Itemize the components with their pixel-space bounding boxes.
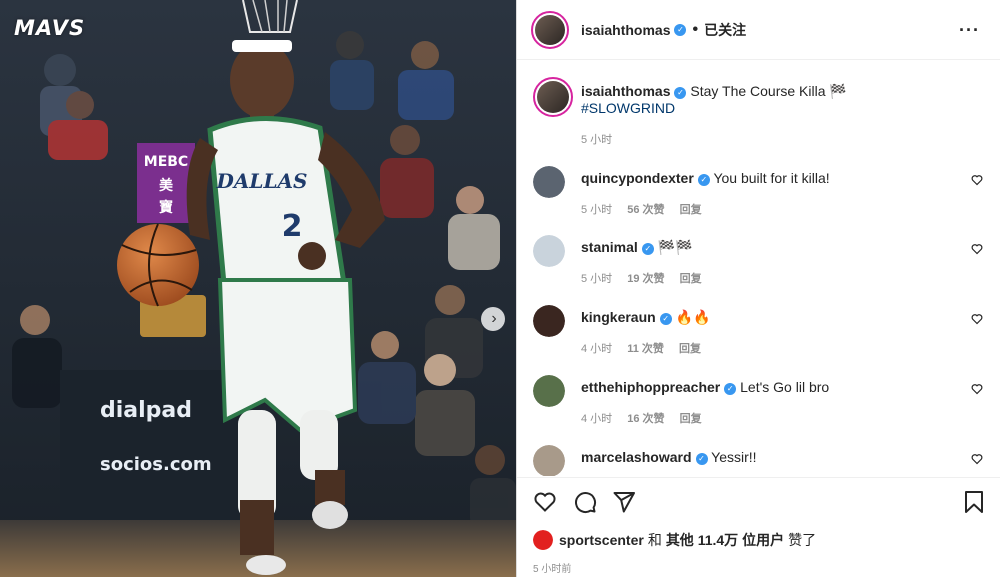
comment-icon[interactable]	[573, 490, 597, 514]
comment-body: stanimal ✓ 🏁🏁	[581, 239, 961, 256]
liker-avatar[interactable]	[533, 530, 553, 550]
comment-meta: 5 小时 56 次赞 回复	[581, 201, 714, 217]
comment-likes[interactable]: 56 次赞	[627, 204, 664, 216]
comment-meta: 4 小时 16 次赞 回复	[581, 410, 714, 426]
comment-avatar[interactable]	[533, 375, 565, 407]
comment-body: kingkeraun ✓ 🔥🔥	[581, 309, 961, 326]
next-photo-button[interactable]: ›	[481, 307, 505, 331]
post-timestamp[interactable]: 5 小时前	[533, 560, 571, 575]
comment-avatar[interactable]	[533, 305, 565, 337]
likes-suffix: 赞了	[788, 532, 817, 548]
like-comment-icon[interactable]	[971, 453, 983, 465]
caption: isaiahthomas ✓ Stay The Course Killa 🏁 #S…	[533, 77, 983, 147]
verified-icon: ✓	[674, 23, 687, 36]
comment-item: quincypondexter ✓ You built for it killa!…	[533, 166, 983, 226]
comment-meta: 4 小时 11 次赞 回复	[581, 340, 713, 356]
save-icon[interactable]	[963, 490, 985, 514]
comment-body: etthehiphoppreacher ✓ Let's Go lil bro	[581, 379, 961, 396]
comment-likes[interactable]: 19 次赞	[627, 273, 664, 285]
svg-text:美: 美	[159, 177, 174, 194]
comment-avatar[interactable]	[533, 235, 565, 267]
separator-dot: •	[692, 20, 699, 38]
comment-item: etthehiphoppreacher ✓ Let's Go lil bro 4 …	[533, 375, 983, 435]
chevron-right-icon: ›	[491, 310, 497, 327]
like-comment-icon[interactable]	[971, 243, 983, 255]
svg-text:dialpad: dialpad	[100, 398, 192, 423]
comment-text: You built for it killa!	[713, 170, 830, 186]
reply-button[interactable]: 回复	[680, 273, 702, 285]
author-avatar[interactable]	[531, 10, 569, 49]
comment-text: Yessir!!	[711, 449, 757, 465]
comment-username[interactable]: marcelashoward	[581, 449, 692, 465]
verified-icon: ✓	[659, 313, 672, 325]
comment-likes[interactable]: 16 次赞	[627, 413, 664, 425]
share-icon[interactable]	[612, 490, 636, 514]
comment-time[interactable]: 5 小时	[581, 273, 612, 285]
like-icon[interactable]	[533, 490, 557, 514]
svg-text:MEBC: MEBC	[144, 154, 188, 170]
reply-button[interactable]: 回复	[680, 413, 702, 425]
likes-others[interactable]: 其他 11.4万 位用户	[666, 530, 784, 550]
comment-item: marcelashoward ✓ Yessir!!	[533, 445, 983, 476]
like-comment-icon[interactable]	[971, 174, 983, 186]
likes-and: 和	[647, 532, 662, 548]
comment-time[interactable]: 5 小时	[581, 204, 612, 216]
comment-body: marcelashoward ✓ Yessir!!	[581, 449, 961, 466]
comments-list[interactable]: isaiahthomas ✓ Stay The Course Killa 🏁 #S…	[517, 61, 1000, 476]
comment-username[interactable]: stanimal	[581, 239, 638, 255]
comment-username[interactable]: kingkeraun	[581, 309, 656, 325]
comment-item: kingkeraun ✓ 🔥🔥 4 小时 11 次赞 回复	[533, 305, 983, 365]
post-header: isaiahthomas ✓ • 已关注 ···	[517, 0, 1000, 60]
basketball-photo: MEBC 美 寶 dialpad socios.com DALLAS 2	[0, 0, 516, 577]
verified-icon: ✓	[674, 87, 687, 99]
more-icon[interactable]: ···	[959, 20, 980, 41]
author-username[interactable]: isaiahthomas	[581, 22, 670, 38]
instagram-post: MEBC 美 寶 dialpad socios.com DALLAS 2 MAV…	[0, 0, 1000, 577]
liker-username[interactable]: sportscenter	[559, 532, 644, 548]
comment-text: 🔥🔥	[675, 309, 711, 325]
svg-text:2: 2	[282, 209, 303, 244]
comment-text: Let's Go lil bro	[740, 379, 830, 395]
verified-icon: ✓	[641, 243, 654, 255]
comment-meta: 5 小时 19 次赞 回复	[581, 270, 714, 286]
comment-text: 🏁🏁	[657, 239, 693, 255]
comment-likes[interactable]: 11 次赞	[627, 343, 664, 355]
caption-username[interactable]: isaiahthomas	[581, 83, 670, 99]
comment-time[interactable]: 4 小时	[581, 343, 612, 355]
like-comment-icon[interactable]	[971, 383, 983, 395]
comment-avatar[interactable]	[533, 166, 565, 198]
following-button[interactable]: 已关注	[704, 20, 746, 40]
verified-icon: ✓	[697, 174, 710, 186]
action-bar	[517, 477, 1000, 522]
comment-body: quincypondexter ✓ You built for it killa!	[581, 170, 961, 187]
post-side-panel: isaiahthomas ✓ • 已关注 ··· isaiahthomas ✓ S…	[516, 0, 1000, 577]
mavs-logo: MAVS	[14, 16, 86, 40]
reply-button[interactable]: 回复	[679, 343, 701, 355]
svg-text:DALLAS: DALLAS	[216, 169, 308, 193]
verified-icon: ✓	[724, 383, 737, 395]
likes-summary: sportscenter 和 其他 11.4万 位用户 赞了	[533, 530, 816, 550]
svg-text:寶: 寶	[159, 199, 173, 216]
verified-icon: ✓	[695, 453, 708, 465]
comment-username[interactable]: etthehiphoppreacher	[581, 379, 720, 395]
reply-button[interactable]: 回复	[680, 204, 702, 216]
comment-avatar[interactable]	[533, 445, 565, 476]
comment-item: stanimal ✓ 🏁🏁 5 小时 19 次赞 回复	[533, 235, 983, 295]
comment-username[interactable]: quincypondexter	[581, 170, 694, 186]
caption-text: Stay The Course Killa 🏁	[690, 83, 847, 99]
caption-hashtag[interactable]: #SLOWGRIND	[581, 100, 675, 116]
caption-meta: 5 小时	[581, 131, 624, 147]
svg-text:socios.com: socios.com	[100, 454, 212, 475]
caption-avatar[interactable]	[533, 77, 573, 117]
post-photo[interactable]: MEBC 美 寶 dialpad socios.com DALLAS 2 MAV…	[0, 0, 516, 577]
comment-time[interactable]: 4 小时	[581, 413, 612, 425]
caption-time[interactable]: 5 小时	[581, 134, 612, 146]
like-comment-icon[interactable]	[971, 313, 983, 325]
caption-body: isaiahthomas ✓ Stay The Course Killa 🏁 #S…	[581, 83, 961, 117]
